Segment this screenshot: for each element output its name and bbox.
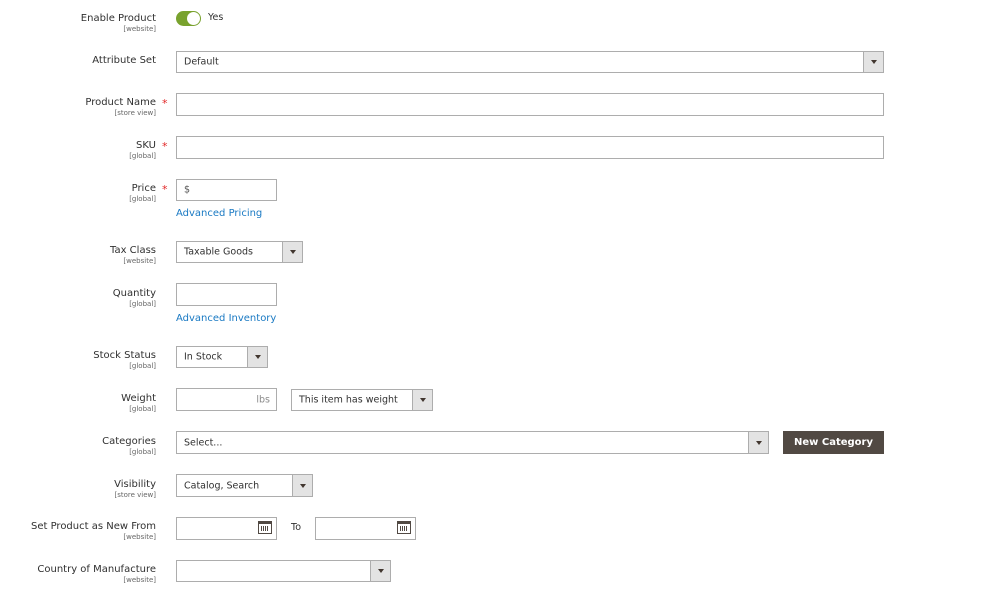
country-select[interactable] — [176, 560, 391, 582]
required-marker: * — [162, 97, 168, 110]
calendar-icon[interactable] — [258, 521, 272, 534]
country-label-text: Country of Manufacture — [37, 564, 156, 575]
quantity-label-text: Quantity — [112, 288, 156, 299]
enable-product-scope: [website] — [123, 25, 156, 33]
sku-scope: [global] — [129, 152, 156, 160]
advanced-inventory-link[interactable]: Advanced Inventory — [176, 313, 276, 324]
price-label-text: Price — [131, 183, 156, 194]
weight-unit: lbs — [256, 394, 270, 405]
visibility-value: Catalog, Search — [184, 480, 260, 491]
new-from-label-text: Set Product as New From — [30, 521, 156, 532]
visibility-scope: [store view] — [114, 491, 156, 499]
enable-product-toggle[interactable] — [176, 11, 201, 26]
product-name-label-text: Product Name — [85, 97, 156, 108]
price-currency: $ — [184, 184, 191, 196]
visibility-select[interactable]: Catalog, Search — [176, 474, 313, 497]
chevron-down-icon[interactable] — [412, 389, 433, 411]
categories-label: Categories [global] — [102, 436, 156, 457]
chevron-down-icon[interactable] — [863, 51, 884, 73]
weight-input[interactable]: lbs — [176, 388, 277, 411]
calendar-icon[interactable] — [397, 521, 411, 534]
weight-option-value: This item has weight — [299, 394, 398, 406]
attribute-set-label: Attribute Set — [92, 55, 156, 67]
product-name-label: Product Name [store view] — [85, 97, 156, 118]
tax-class-label: Tax Class [website] — [110, 245, 156, 266]
price-input[interactable]: $ — [176, 179, 277, 201]
visibility-label-text: Visibility — [114, 479, 156, 490]
required-marker: * — [162, 140, 168, 153]
sku-label-text: SKU — [136, 140, 156, 151]
stock-status-label-text: Stock Status — [93, 350, 156, 361]
price-label: Price [global] — [129, 183, 156, 204]
quantity-scope: [global] — [129, 300, 156, 308]
enable-product-label: Enable Product [website] — [81, 13, 156, 34]
categories-label-text: Categories — [102, 436, 156, 447]
tax-class-select[interactable]: Taxable Goods — [176, 241, 303, 263]
new-to-label: To — [291, 522, 302, 533]
quantity-label: Quantity [global] — [113, 288, 156, 309]
weight-label: Weight [global] — [121, 393, 156, 414]
categories-select[interactable]: Select... — [176, 431, 769, 454]
chevron-down-icon[interactable] — [247, 346, 268, 368]
stock-status-scope: [global] — [129, 362, 156, 370]
new-from-scope: [website] — [123, 533, 156, 541]
new-category-button[interactable]: New Category — [783, 431, 884, 454]
tax-class-label-text: Tax Class — [110, 245, 156, 256]
chevron-down-icon[interactable] — [292, 474, 313, 497]
attribute-set-label-text: Attribute Set — [92, 55, 156, 66]
enable-product-value: Yes — [208, 12, 224, 23]
chevron-down-icon[interactable] — [748, 431, 769, 454]
categories-placeholder: Select... — [184, 437, 223, 448]
tax-class-scope: [website] — [123, 257, 156, 265]
enable-product-label-text: Enable Product — [80, 13, 156, 24]
weight-option-select[interactable]: This item has weight — [291, 389, 433, 411]
country-label: Country of Manufacture [website] — [37, 564, 156, 585]
country-scope: [website] — [123, 576, 156, 584]
advanced-pricing-link[interactable]: Advanced Pricing — [176, 208, 262, 219]
chevron-down-icon[interactable] — [370, 560, 391, 582]
tax-class-value: Taxable Goods — [184, 246, 253, 258]
new-to-date-input[interactable] — [315, 517, 416, 540]
sku-label: SKU [global] — [129, 140, 156, 161]
weight-scope: [global] — [129, 405, 156, 413]
attribute-set-value: Default — [184, 56, 219, 68]
visibility-label: Visibility [store view] — [114, 479, 156, 500]
weight-label-text: Weight — [121, 393, 156, 404]
price-scope: [global] — [129, 195, 156, 203]
quantity-input[interactable] — [176, 283, 277, 306]
stock-status-select[interactable]: In Stock — [176, 346, 268, 368]
product-name-scope: [store view] — [114, 109, 156, 117]
stock-status-value: In Stock — [184, 351, 223, 363]
new-from-label: Set Product as New From [website] — [31, 521, 156, 542]
categories-scope: [global] — [129, 448, 156, 456]
stock-status-label: Stock Status [global] — [93, 350, 156, 371]
toggle-knob — [187, 12, 200, 25]
product-name-input[interactable] — [176, 93, 884, 116]
chevron-down-icon[interactable] — [282, 241, 303, 263]
sku-input[interactable] — [176, 136, 884, 159]
required-marker: * — [162, 183, 168, 196]
new-from-date-input[interactable] — [176, 517, 277, 540]
attribute-set-select[interactable]: Default — [176, 51, 884, 73]
